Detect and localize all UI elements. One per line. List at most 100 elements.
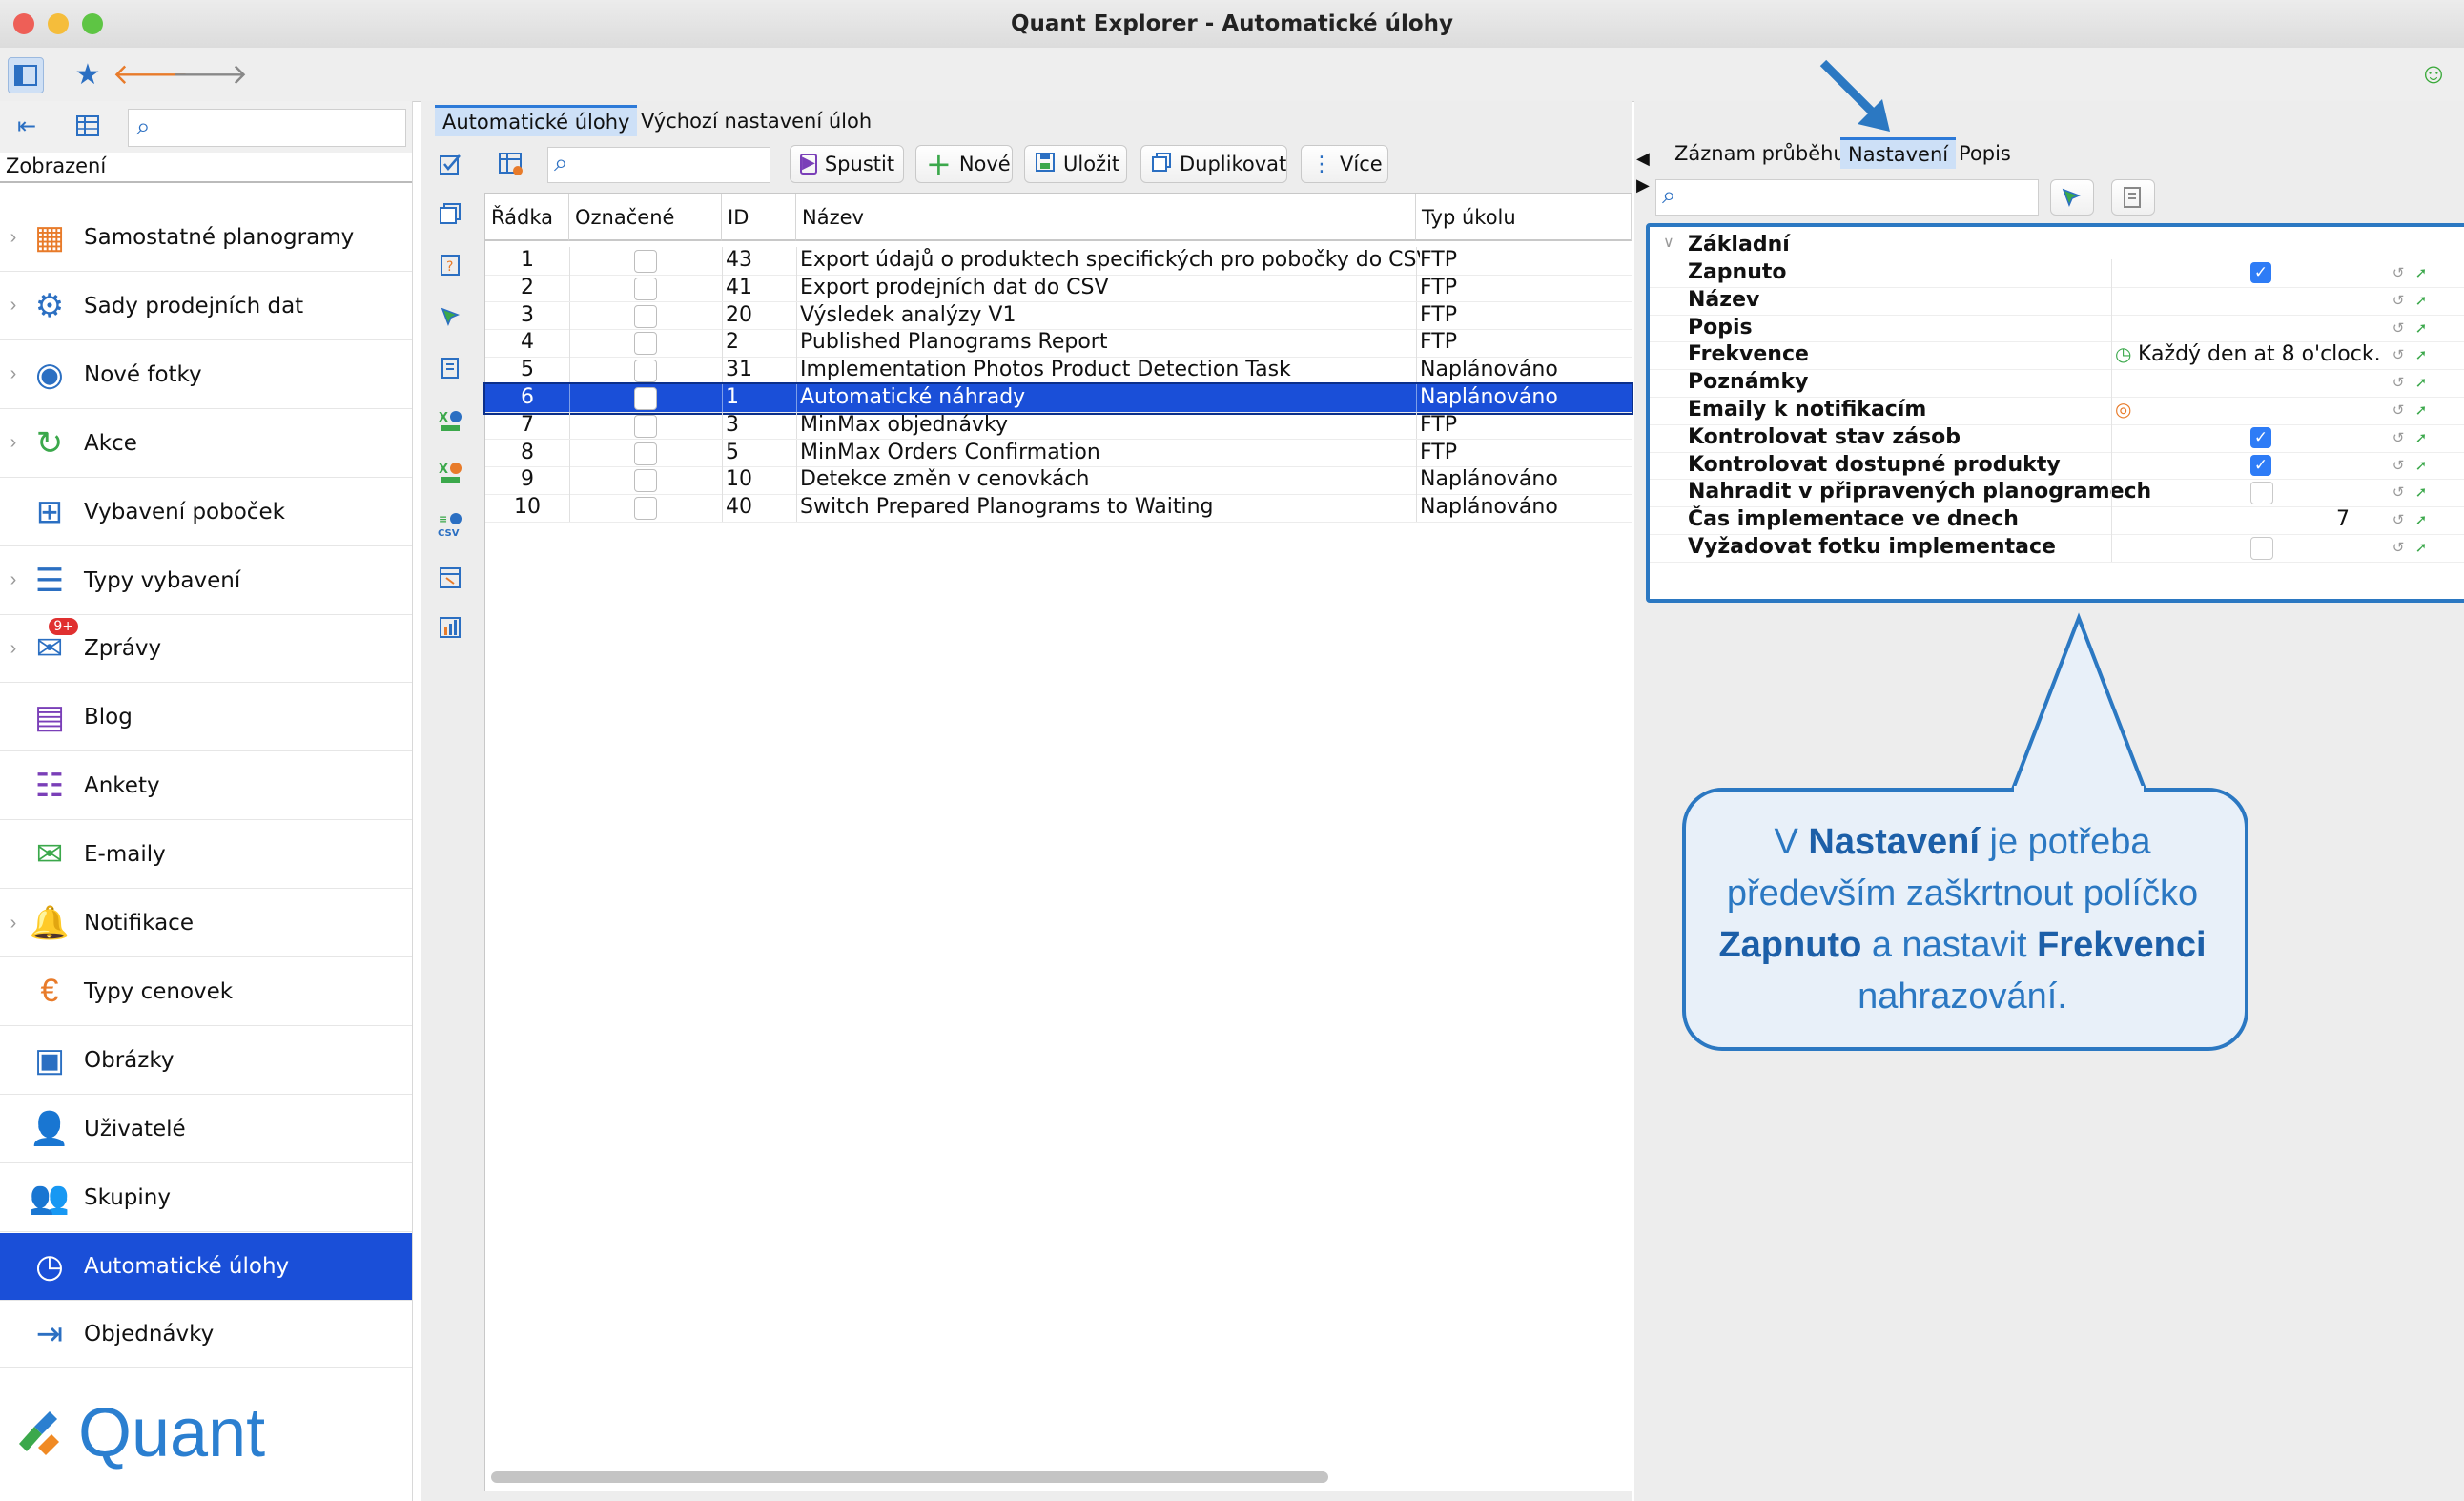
reset-icon[interactable]: ↺ (2390, 429, 2407, 446)
reset-icon[interactable]: ↺ (2390, 346, 2407, 363)
column-header-name[interactable]: Název (796, 194, 1416, 241)
help-document-icon[interactable]: ? (433, 248, 467, 282)
property-row[interactable]: Poznámky ↺ ➚ (1650, 369, 2464, 398)
email-picker-icon[interactable]: ◎ (2115, 398, 2131, 421)
number-value[interactable]: 7 (2336, 506, 2350, 534)
sidebar-item[interactable]: ☷ Ankety (0, 752, 412, 821)
row-checkbox[interactable] (634, 277, 657, 300)
chevron-right-icon[interactable]: › (0, 913, 27, 935)
property-row[interactable]: Kontrolovat stav zásob ✓ ↺ ➚ (1650, 423, 2464, 453)
collapse-panel-icon[interactable]: ⇤ (10, 109, 44, 143)
reset-icon[interactable]: ↺ (2390, 511, 2407, 528)
property-row[interactable]: Frekvence ◷ Každý den at 8 o'clock. ↺ ➚ (1650, 341, 2464, 371)
chevron-right-icon[interactable]: › (0, 227, 27, 249)
cursor-select-icon[interactable] (433, 299, 467, 334)
column-header-row-number[interactable]: Řádka (485, 194, 569, 241)
copy-icon[interactable] (433, 196, 467, 231)
checked-checkbox[interactable]: ✓ (2250, 454, 2271, 476)
sidebar-item[interactable]: › ☰ Typy vybavení (0, 547, 412, 615)
chevron-right-icon[interactable]: › (0, 295, 27, 317)
table-row[interactable]: 1 43 Export údajů o produktech specifickýc… (485, 247, 1632, 276)
sidebar-item[interactable]: › ◉ Nové fotky (0, 341, 412, 409)
sidebar-item[interactable]: ⇥ Objednávky (0, 1301, 412, 1369)
table-row[interactable]: 2 41 Export prodejních dat do CSV FTP (485, 274, 1632, 303)
duplicate-button[interactable]: Duplikovat (1140, 145, 1287, 183)
horizontal-scrollbar[interactable] (491, 1471, 1328, 1483)
row-checkbox[interactable] (634, 414, 657, 438)
sidebar-item[interactable]: › ⚙ Sady prodejních dat (0, 273, 412, 340)
table-row[interactable]: 7 3 MinMax objednávky FTP (485, 411, 1632, 441)
cursor-select-icon[interactable]: ➚ (2413, 319, 2430, 337)
list-document-icon[interactable] (433, 351, 467, 385)
checked-checkbox[interactable]: ✓ (2250, 426, 2271, 448)
reset-icon[interactable]: ↺ (2390, 457, 2407, 474)
property-row[interactable]: Nahradit v připravených planogramech ↺ ➚ (1650, 479, 2464, 508)
new-button[interactable]: + Nové (915, 145, 1013, 183)
row-checkbox[interactable] (634, 469, 657, 493)
reset-icon[interactable]: ↺ (2390, 374, 2407, 391)
run-button[interactable]: ▶ Spustit (790, 145, 904, 183)
table-row[interactable]: 10 40 Switch Prepared Planograms to Waitin… (485, 494, 1632, 523)
tab-description[interactable]: Popis (1951, 139, 2019, 168)
reset-icon[interactable]: ↺ (2390, 483, 2407, 501)
sidebar-item[interactable]: › ▦ Samostatné planogramy (0, 204, 412, 272)
table-row[interactable]: 4 2 Published Planograms Report FTP (485, 329, 1632, 358)
cursor-select-icon[interactable]: ➚ (2413, 292, 2430, 309)
frequency-icon[interactable]: ◷ (2115, 342, 2131, 365)
table-row[interactable]: 8 5 MinMax Orders Confirmation FTP (485, 439, 1632, 468)
table-row[interactable]: 5 31 Implementation Photos Product Detecti… (485, 357, 1632, 385)
more-button[interactable]: ⋮ Více (1301, 145, 1388, 183)
tab-automatic-tasks[interactable]: Automatické úlohy (435, 105, 638, 136)
cursor-tool-button[interactable] (2050, 179, 2094, 216)
table-row[interactable]: 9 10 Detekce změn v cenovkách Naplánováno (485, 466, 1632, 495)
property-row[interactable]: Popis ↺ ➚ (1650, 314, 2464, 343)
export-csv-icon[interactable]: ≡ CSV (433, 507, 467, 542)
sidebar-item[interactable]: ▤ Blog (0, 684, 412, 752)
sidebar-item[interactable]: › ↻ Akce (0, 410, 412, 478)
frequency-value[interactable]: Každý den at 8 o'clock. (2138, 341, 2381, 369)
chart-icon[interactable] (433, 610, 467, 645)
row-checkbox[interactable] (634, 304, 657, 328)
cursor-select-icon[interactable]: ➚ (2413, 457, 2430, 474)
import-excel-icon[interactable]: X (433, 456, 467, 490)
cursor-select-icon[interactable]: ➚ (2413, 511, 2430, 528)
cursor-select-icon[interactable]: ➚ (2413, 483, 2430, 501)
property-row[interactable]: Vyžadovat fotku implementace ↺ ➚ (1650, 534, 2464, 563)
property-row[interactable]: Kontrolovat dostupné produkty ✓ ↺ ➚ (1650, 451, 2464, 481)
favorites-star-icon[interactable]: ★ (69, 55, 107, 93)
reset-icon[interactable]: ↺ (2390, 292, 2407, 309)
property-row[interactable]: Čas implementace ve dnech 7 ↺ ➚ (1650, 506, 2464, 535)
cursor-select-icon[interactable]: ➚ (2413, 539, 2430, 556)
chevron-right-icon[interactable]: › (0, 569, 27, 591)
forward-arrow-icon[interactable]: 🡒 (172, 55, 248, 93)
sidebar-item[interactable]: 👤 Uživatelé (0, 1096, 412, 1163)
list-tool-button[interactable] (2111, 179, 2155, 216)
table-row[interactable]: 6 1 Automatické náhrady Naplánováno (483, 382, 1633, 415)
sidebar-item[interactable]: ⊞ Vybavení poboček (0, 479, 412, 546)
reset-icon[interactable]: ↺ (2390, 539, 2407, 556)
sidebar-item[interactable]: ◷ Automatické úlohy (0, 1232, 412, 1301)
sidebar-item[interactable]: 👥 Skupiny (0, 1164, 412, 1232)
row-checkbox[interactable] (634, 442, 657, 465)
row-checkbox[interactable] (634, 360, 657, 383)
save-button[interactable]: Uložit (1024, 145, 1127, 183)
sidebar-search-input[interactable]: ⌕ (128, 109, 406, 147)
table-search-input[interactable]: ⌕ (547, 147, 770, 183)
row-checkbox[interactable] (634, 387, 657, 410)
select-all-icon[interactable] (433, 147, 467, 181)
cursor-select-icon[interactable]: ➚ (2413, 374, 2430, 391)
sidebar-item[interactable]: › ✉ 9+ Zprávy (0, 615, 412, 684)
row-checkbox[interactable] (634, 250, 657, 273)
sidebar-item[interactable]: € Typy cenovek (0, 958, 412, 1026)
export-excel-icon[interactable]: X (433, 404, 467, 439)
table-settings-icon[interactable] (494, 147, 528, 181)
table-row[interactable]: 3 20 Výsledek analýzy V1 FTP (485, 301, 1632, 331)
sidebar-toggle-icon[interactable] (8, 57, 44, 93)
settings-search-input[interactable]: ⌕ (1655, 179, 2039, 216)
pivot-table-icon[interactable] (433, 561, 467, 595)
tab-progress-log[interactable]: Záznam průběhu (1667, 139, 1854, 168)
chevron-right-icon[interactable]: › (0, 432, 27, 454)
cursor-select-icon[interactable]: ➚ (2413, 401, 2430, 419)
chevron-right-icon[interactable]: › (0, 638, 27, 660)
table-view-icon[interactable] (71, 109, 105, 143)
